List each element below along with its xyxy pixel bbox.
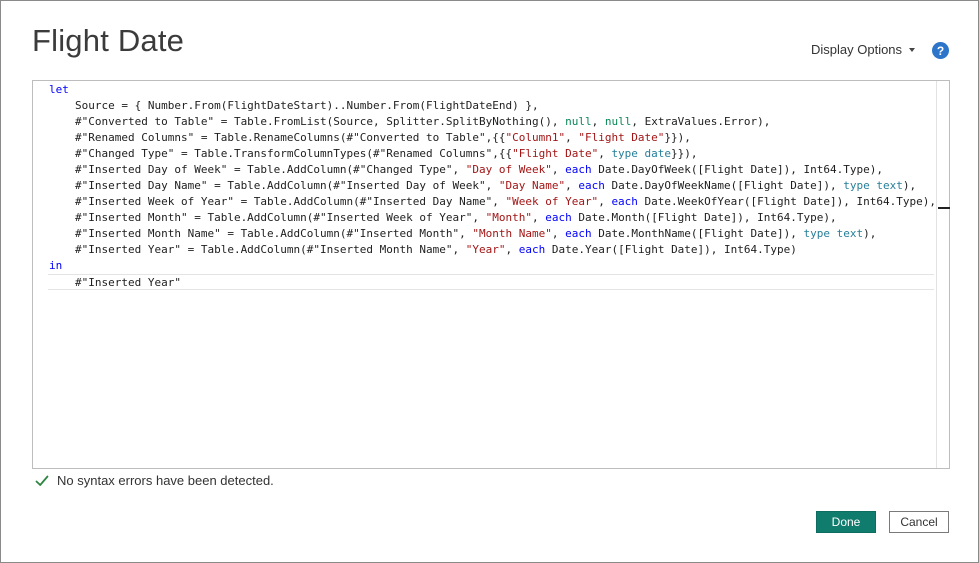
code-token: #"Inserted Week of Year" = Table.AddColu… — [75, 195, 506, 208]
code-token: "Day of Week" — [465, 163, 552, 176]
code-token: "Flight Date" — [512, 147, 599, 160]
checkmark-icon — [35, 475, 49, 486]
code-token: , — [505, 243, 519, 256]
code-token: type text — [843, 179, 903, 192]
code-token: in — [49, 259, 63, 272]
code-token: type date — [611, 147, 672, 160]
code-line[interactable]: #"Inserted Month Name" = Table.AddColumn… — [49, 226, 936, 242]
code-line[interactable]: #"Inserted Year" = Table.AddColumn(#"Ins… — [49, 242, 936, 258]
advanced-editor-dialog: Flight Date Display Options ? let Source … — [0, 0, 979, 563]
code-line[interactable]: #"Inserted Day Name" = Table.AddColumn(#… — [49, 178, 936, 194]
code-token: }}), — [671, 147, 698, 160]
syntax-status: No syntax errors have been detected. — [35, 473, 274, 488]
code-token: , — [531, 211, 546, 224]
code-token: #"Changed Type" = Table.TransformColumnT… — [75, 147, 513, 160]
code-line[interactable]: #"Inserted Year" — [48, 274, 934, 290]
code-token: #"Inserted Month" = Table.AddColumn(#"In… — [75, 211, 486, 224]
code-token: #"Inserted Year" = Table.AddColumn(#"Ins… — [75, 243, 466, 256]
code-token: "Week of Year" — [505, 195, 599, 208]
code-text[interactable]: let Source = { Number.From(FlightDateStar… — [48, 82, 936, 290]
display-options-label: Display Options — [811, 42, 903, 57]
code-token: , — [565, 131, 579, 144]
code-token: each — [611, 195, 638, 208]
code-token: null — [565, 115, 592, 128]
display-options-menu[interactable]: Display Options — [811, 42, 916, 57]
code-token: #"Inserted Day Name" = Table.AddColumn(#… — [75, 179, 499, 192]
code-token: "Column1" — [505, 131, 566, 144]
code-line[interactable]: Source = { Number.From(FlightDateStart).… — [49, 98, 936, 114]
code-token: "Year" — [465, 243, 506, 256]
cancel-button[interactable]: Cancel — [889, 511, 949, 533]
code-token: Date.Month([Flight Date]), Int64.Type), — [571, 211, 837, 224]
code-line[interactable]: #"Converted to Table" = Table.FromList(S… — [49, 114, 936, 130]
code-token: each — [565, 163, 592, 176]
code-token: each — [565, 227, 592, 240]
code-editor[interactable]: let Source = { Number.From(FlightDateStar… — [32, 80, 950, 469]
code-token: }}), — [664, 131, 691, 144]
code-token: Date.MonthName([Flight Date]), — [591, 227, 804, 240]
dialog-title: Flight Date — [32, 23, 185, 58]
done-button[interactable]: Done — [816, 511, 876, 533]
code-token: Date.DayOfWeekName([Flight Date]), — [604, 179, 844, 192]
code-line[interactable]: #"Inserted Day of Week" = Table.AddColum… — [49, 162, 936, 178]
code-token: , — [551, 227, 566, 240]
chevron-down-icon — [909, 48, 916, 52]
code-token: Source = { Number.From(FlightDateStart).… — [75, 99, 539, 112]
code-token: , — [598, 195, 612, 208]
code-token: #"Inserted Month Name" = Table.AddColumn… — [75, 227, 473, 240]
code-token: null — [604, 115, 632, 128]
code-token: Date.WeekOfYear([Flight Date]), Int64.Ty… — [637, 195, 936, 208]
code-token: #"Inserted Year" — [75, 276, 181, 289]
code-token: "Month Name" — [472, 227, 552, 240]
code-token: Date.Year([Flight Date]), Int64.Type) — [545, 243, 797, 256]
code-line[interactable]: in — [49, 258, 936, 274]
code-token: , ExtraValues.Error), — [631, 115, 771, 128]
code-line[interactable]: let — [49, 82, 936, 98]
code-token: #"Inserted Day of Week" = Table.AddColum… — [75, 163, 466, 176]
code-line[interactable]: #"Changed Type" = Table.TransformColumnT… — [49, 146, 936, 162]
code-token: , — [565, 179, 579, 192]
code-line[interactable]: #"Inserted Week of Year" = Table.AddColu… — [49, 194, 936, 210]
code-token: "Flight Date" — [578, 131, 665, 144]
code-line[interactable]: #"Inserted Month" = Table.AddColumn(#"In… — [49, 210, 936, 226]
code-token: #"Converted to Table" = Table.FromList(S… — [75, 115, 566, 128]
code-token: , — [551, 163, 566, 176]
code-token: type text — [803, 227, 864, 240]
code-token: each — [545, 211, 572, 224]
code-token: each — [578, 179, 605, 192]
code-token: ), — [863, 227, 877, 240]
code-token: Date.DayOfWeek([Flight Date]), Int64.Typ… — [591, 163, 883, 176]
code-line[interactable]: #"Renamed Columns" = Table.RenameColumns… — [49, 130, 936, 146]
code-token: ), — [902, 179, 917, 192]
overview-cursor-marker — [938, 207, 950, 209]
code-token: let — [49, 83, 69, 96]
code-token: , — [598, 147, 612, 160]
editor-ruler — [936, 81, 937, 468]
code-token: "Month" — [485, 211, 532, 224]
code-token: each — [518, 243, 546, 256]
code-token: "Day Name" — [498, 179, 566, 192]
help-icon[interactable]: ? — [932, 42, 949, 59]
code-token: , — [591, 115, 605, 128]
syntax-status-message: No syntax errors have been detected. — [57, 473, 274, 488]
code-token: #"Renamed Columns" = Table.RenameColumns… — [75, 131, 506, 144]
